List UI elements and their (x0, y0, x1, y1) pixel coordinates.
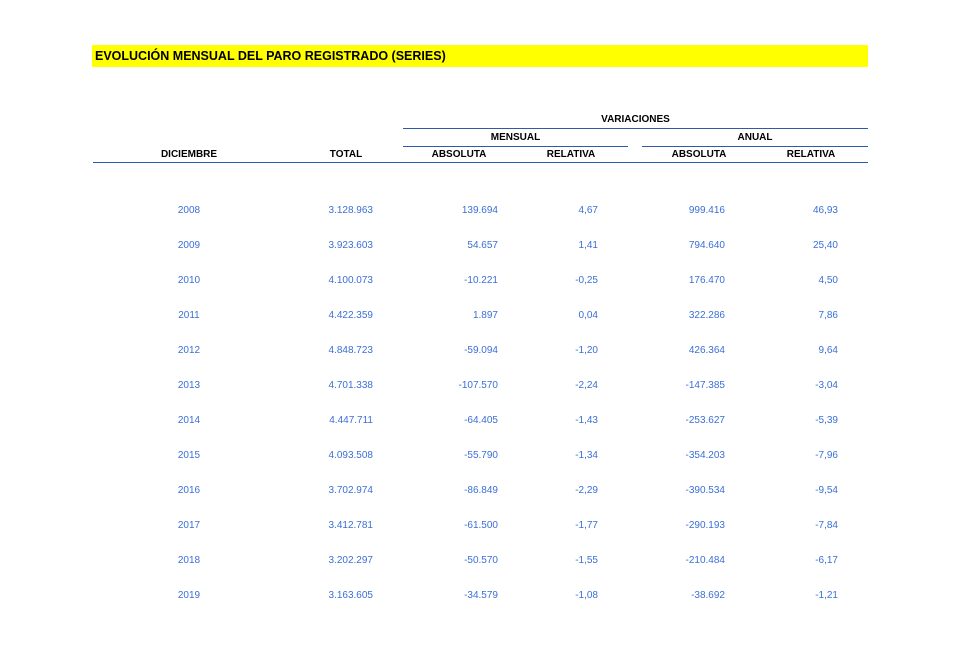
cell-total: 3.202.297 (328, 555, 374, 566)
cell-year: 2017 (177, 520, 201, 531)
header-absoluta-mensual: ABSOLUTA (431, 149, 487, 160)
cell-total: 3.702.974 (328, 485, 374, 496)
cell-relativa-anual: 25,40 (812, 240, 838, 251)
cell-relativa-mensual: 4,67 (578, 205, 598, 216)
cell-absoluta-anual: -210.484 (685, 555, 725, 566)
cell-relativa-anual: -1,21 (815, 590, 838, 601)
cell-absoluta-anual: 426.364 (688, 345, 725, 356)
header-variaciones: VARIACIONES (601, 114, 670, 125)
cell-year: 2016 (177, 485, 201, 496)
header-bottom-rule (93, 162, 868, 163)
cell-total: 4.100.073 (328, 275, 374, 286)
cell-total: 3.923.603 (328, 240, 374, 251)
cell-relativa-anual: 7,86 (818, 310, 838, 321)
cell-year: 2019 (177, 590, 201, 601)
cell-relativa-mensual: -1,08 (575, 590, 598, 601)
cell-relativa-mensual: -1,34 (575, 450, 598, 461)
cell-total: 4.422.359 (328, 310, 374, 321)
cell-year: 2018 (177, 555, 201, 566)
cell-relativa-anual: -7,96 (815, 450, 838, 461)
cell-total: 4.093.508 (328, 450, 374, 461)
cell-relativa-anual: -9,54 (815, 485, 838, 496)
cell-relativa-mensual: -1,55 (575, 555, 598, 566)
rule-anual (642, 146, 868, 147)
cell-absoluta-mensual: 54.657 (467, 240, 498, 251)
cell-relativa-anual: 9,64 (818, 345, 838, 356)
cell-total: 4.447.711 (329, 415, 373, 426)
cell-absoluta-anual: 999.416 (688, 205, 725, 216)
cell-relativa-mensual: -1,43 (575, 415, 598, 426)
cell-relativa-mensual: -2,24 (575, 380, 598, 391)
cell-relativa-anual: 46,93 (812, 205, 838, 216)
cell-total: 3.163.605 (328, 590, 374, 601)
cell-absoluta-mensual: -10.221 (464, 275, 498, 286)
cell-year: 2015 (177, 450, 201, 461)
rule-mensual (403, 146, 628, 147)
cell-year: 2013 (177, 380, 201, 391)
cell-relativa-mensual: -0,25 (575, 275, 598, 286)
cell-absoluta-mensual: -64.405 (464, 415, 498, 426)
header-diciembre: DICIEMBRE (160, 149, 218, 160)
cell-relativa-anual: 4,50 (818, 275, 838, 286)
cell-absoluta-mensual: 139.694 (461, 205, 498, 216)
cell-relativa-mensual: -1,20 (575, 345, 598, 356)
cell-absoluta-anual: 794.640 (688, 240, 725, 251)
header-total: TOTAL (329, 149, 363, 160)
cell-absoluta-anual: -390.534 (685, 485, 725, 496)
cell-relativa-anual: -7,84 (815, 520, 838, 531)
cell-relativa-mensual: -1,77 (575, 520, 598, 531)
header-absoluta-anual: ABSOLUTA (671, 149, 727, 160)
cell-absoluta-mensual: -59.094 (464, 345, 498, 356)
cell-relativa-mensual: 1,41 (578, 240, 598, 251)
cell-absoluta-anual: -147.385 (685, 380, 725, 391)
cell-absoluta-mensual: -34.579 (464, 590, 498, 601)
cell-year: 2014 (177, 415, 201, 426)
cell-absoluta-anual: -354.203 (685, 450, 725, 461)
cell-absoluta-mensual: -55.790 (464, 450, 498, 461)
cell-absoluta-anual: 322.286 (688, 310, 725, 321)
cell-absoluta-anual: -253.627 (685, 415, 725, 426)
cell-absoluta-anual: 176.470 (688, 275, 725, 286)
cell-total: 3.412.781 (328, 520, 374, 531)
cell-year: 2009 (177, 240, 201, 251)
cell-total: 4.848.723 (328, 345, 374, 356)
header-relativa-anual: RELATIVA (786, 149, 836, 160)
page-title: EVOLUCIÓN MENSUAL DEL PARO REGISTRADO (S… (95, 49, 446, 63)
cell-year: 2010 (177, 275, 201, 286)
cell-absoluta-anual: -38.692 (691, 590, 725, 601)
title-bar: EVOLUCIÓN MENSUAL DEL PARO REGISTRADO (S… (92, 45, 868, 67)
cell-absoluta-mensual: -107.570 (458, 380, 498, 391)
rule-variaciones (403, 128, 868, 129)
cell-year: 2011 (178, 310, 200, 321)
cell-absoluta-mensual: -86.849 (464, 485, 498, 496)
cell-year: 2012 (177, 345, 201, 356)
header-relativa-mensual: RELATIVA (546, 149, 596, 160)
cell-relativa-anual: -6,17 (815, 555, 838, 566)
cell-absoluta-mensual: 1.897 (472, 310, 498, 321)
cell-year: 2008 (177, 205, 201, 216)
cell-relativa-anual: -5,39 (815, 415, 838, 426)
cell-absoluta-anual: -290.193 (685, 520, 725, 531)
header-anual: ANUAL (737, 132, 773, 143)
cell-absoluta-mensual: -61.500 (464, 520, 498, 531)
cell-relativa-mensual: -2,29 (575, 485, 598, 496)
cell-relativa-anual: -3,04 (815, 380, 838, 391)
cell-total: 4.701.338 (328, 380, 374, 391)
cell-total: 3.128.963 (328, 205, 374, 216)
cell-absoluta-mensual: -50.570 (464, 555, 498, 566)
cell-relativa-mensual: 0,04 (578, 310, 598, 321)
header-mensual: MENSUAL (490, 132, 541, 143)
